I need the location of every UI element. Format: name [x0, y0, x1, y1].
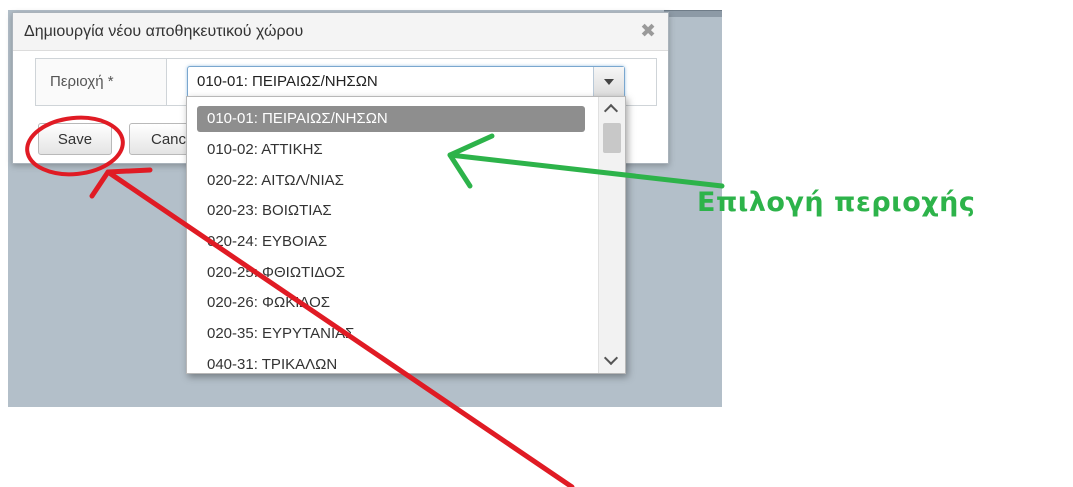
region-dropdown-list: 010-01: ΠΕΙΡΑΙΩΣ/ΝΗΣΩΝ 010-02: ΑΤΤΙΚΗΣ 0… [186, 96, 626, 374]
region-select-toggle[interactable] [593, 67, 624, 97]
dropdown-option[interactable]: 020-26: ΦΩΚΙΔΟΣ [197, 290, 587, 316]
backdrop-toolbar-edge [664, 10, 722, 17]
save-button[interactable]: Save [38, 123, 112, 155]
dropdown-option[interactable]: 010-01: ΠΕΙΡΑΙΩΣ/ΝΗΣΩΝ [197, 106, 585, 132]
scroll-thumb[interactable] [603, 123, 621, 153]
dropdown-option[interactable]: 020-23: ΒΟΙΩΤΙΑΣ [197, 198, 587, 224]
dropdown-option[interactable]: 010-02: ΑΤΤΙΚΗΣ [197, 137, 587, 163]
chevron-down-icon [604, 79, 614, 85]
dropdown-option[interactable]: 020-24: ΕΥΒΟΙΑΣ [197, 229, 587, 255]
region-select-value: 010-01: ΠΕΙΡΑΙΩΣ/ΝΗΣΩΝ [197, 73, 378, 90]
scroll-down-icon[interactable] [603, 350, 619, 366]
region-label-cell: Περιοχή * [36, 59, 167, 105]
region-label: Περιοχή * [50, 73, 114, 90]
close-icon[interactable]: ✖ [640, 20, 656, 42]
scroll-up-icon[interactable] [603, 103, 619, 119]
dialog-title: Δημιουργία νέου αποθηκευτικού χώρου [24, 23, 304, 40]
dropdown-option[interactable]: 020-22: ΑΙΤΩΛ/ΝΙΑΣ [197, 168, 587, 194]
dropdown-scrollbar[interactable] [598, 97, 625, 373]
dialog-header: Δημιουργία νέου αποθηκευτικού χώρου ✖ [13, 13, 668, 51]
region-select[interactable]: 010-01: ΠΕΙΡΑΙΩΣ/ΝΗΣΩΝ [187, 66, 625, 98]
region-hint-annotation: Επιλογή περιοχής [697, 187, 976, 218]
dropdown-option[interactable]: 040-31: ΤΡΙΚΑΛΩΝ [197, 352, 587, 373]
dropdown-option[interactable]: 020-35: ΕΥΡΥΤΑΝΙΑΣ [197, 321, 587, 347]
dropdown-option[interactable]: 020-25: ΦΘΙΩΤΙΔΟΣ [197, 260, 587, 286]
